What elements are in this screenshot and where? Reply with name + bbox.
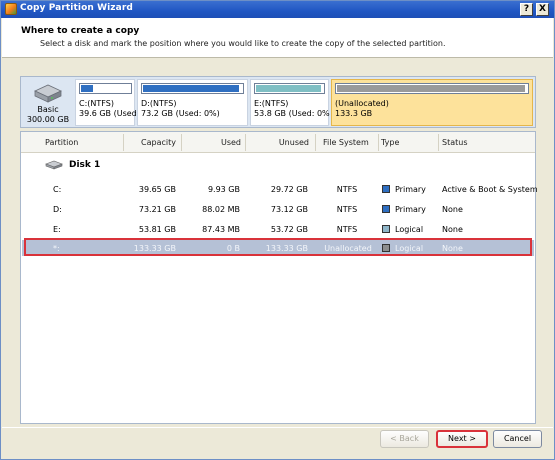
title-bar: Copy Partition Wizard ? X [1,1,554,18]
back-button[interactable]: < Back [380,430,429,448]
cell-file-system: NTFS [336,185,358,194]
disk-icon [45,160,63,170]
disk-type-label: Basic [37,105,59,114]
partition-table: Partition Capacity Used Unused File Syst… [20,131,538,424]
partition-name: C:(NTFS) [79,99,114,108]
step-title: Where to create a copy [21,26,140,36]
app-icon [5,3,17,15]
usage-bar [141,83,244,94]
cell-file-system: NTFS [336,225,358,234]
usage-fill [81,85,93,92]
wizard-header: Where to create a copy Select a disk and… [2,18,553,58]
cell-used: 88.02 MB [202,205,240,214]
col-capacity[interactable]: Capacity [141,138,176,147]
usage-fill [337,85,525,92]
cell-partition: E: [53,225,61,234]
partition-detail: 39.6 GB (Used [79,109,137,118]
disk-summary[interactable]: Basic 300.00 GB [24,79,72,126]
table-row[interactable]: C: 39.65 GB 9.93 GB 29.72 GB NTFS Primar… [22,181,538,197]
disk-name: Disk 1 [69,160,101,170]
cell-type: Logical [395,225,424,234]
hard-disk-icon [34,84,62,103]
partition-detail: 73.2 GB (Used: 0%) [141,109,220,118]
close-button[interactable]: X [536,3,549,16]
partition-name: E:(NTFS) [254,99,289,108]
col-type[interactable]: Type [381,138,399,147]
partition-name: D:(NTFS) [141,99,177,108]
col-status[interactable]: Status [442,138,468,147]
cell-partition: D: [53,205,62,214]
table-header: Partition Capacity Used Unused File Syst… [21,132,535,153]
disk-size-label: 300.00 GB [26,115,70,124]
highlight-box [24,238,532,256]
window-title: Copy Partition Wizard [20,3,133,13]
type-color-icon [382,185,390,193]
cell-unused: 29.72 GB [270,185,308,194]
type-color-icon [382,205,390,213]
cell-status: None [442,205,463,214]
cell-used: 9.93 GB [207,185,240,194]
cell-unused: 53.72 GB [270,225,308,234]
usage-fill [143,85,239,92]
type-color-icon [382,225,390,233]
cell-capacity: 73.21 GB [138,205,176,214]
cell-capacity: 53.81 GB [138,225,176,234]
usage-bar [79,83,132,94]
partition-block-unallocated[interactable]: (Unallocated) 133.3 GB [331,79,533,126]
copy-partition-wizard-window: Copy Partition Wizard ? X Where to creat… [0,0,555,460]
table-row[interactable]: D: 73.21 GB 88.02 MB 73.12 GB NTFS Prima… [22,201,534,217]
cell-partition: C: [53,185,62,194]
cell-type: Primary [395,205,426,214]
step-subtitle: Select a disk and mark the position wher… [40,39,446,48]
partition-block-d[interactable]: D:(NTFS) 73.2 GB (Used: 0%) [137,79,248,126]
col-partition[interactable]: Partition [45,138,78,147]
next-button[interactable]: Next > [436,430,488,448]
partition-block-c[interactable]: C:(NTFS) 39.6 GB (Used [75,79,137,126]
usage-bar [335,83,529,94]
partition-detail: 53.8 GB (Used: 0% [254,109,330,118]
partition-block-e[interactable]: E:(NTFS) 53.8 GB (Used: 0% [250,79,330,126]
cancel-button[interactable]: Cancel [493,430,542,448]
partition-name: (Unallocated) [335,99,389,108]
cell-status: Active & Boot & System [442,185,538,194]
col-unused[interactable]: Unused [271,138,309,147]
disk-map: Basic 300.00 GB C:(NTFS) 39.6 GB (Used D… [20,76,536,128]
cell-capacity: 39.65 GB [138,185,176,194]
col-used[interactable]: Used [211,138,241,147]
cell-used: 87.43 MB [202,225,240,234]
cell-status: None [442,225,463,234]
footer-divider [2,427,553,428]
cell-unused: 73.12 GB [270,205,308,214]
col-file-system[interactable]: File System [323,138,369,147]
usage-fill [256,85,321,92]
usage-bar [254,83,325,94]
partition-detail: 133.3 GB [335,109,373,118]
table-row[interactable]: E: 53.81 GB 87.43 MB 53.72 GB NTFS Logic… [22,221,534,237]
cell-type: Primary [395,185,426,194]
cell-file-system: NTFS [336,205,358,214]
help-button[interactable]: ? [520,3,533,16]
